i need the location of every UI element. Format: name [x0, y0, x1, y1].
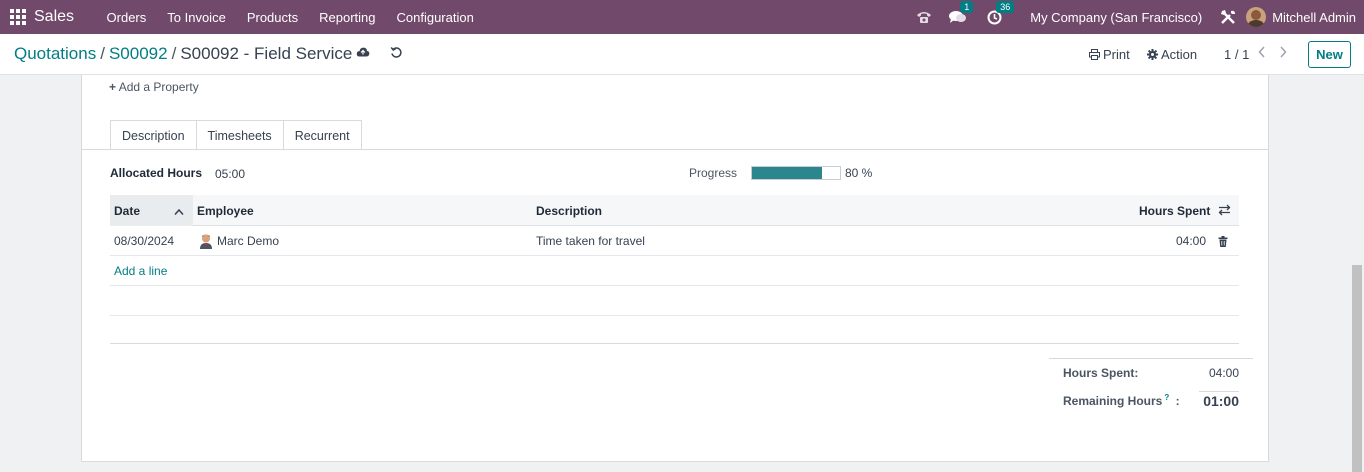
breadcrumb-order[interactable]: S00092: [109, 44, 168, 63]
table-bottom-border: [110, 343, 1239, 344]
hours-spent-total-value: 04:00: [1208, 366, 1239, 380]
row-description[interactable]: Time taken for travel: [536, 234, 645, 248]
breadcrumb-separator: /: [171, 44, 177, 63]
discard-icon[interactable]: [390, 46, 403, 59]
tab-description[interactable]: Description: [110, 120, 197, 150]
empty-row: [110, 316, 1239, 346]
breadcrumb-quotations[interactable]: Quotations: [14, 44, 96, 63]
timesheet-table: Date Employee Description Hours Spent 08…: [110, 195, 1239, 346]
tab-divider: [82, 149, 1268, 150]
main-menu: Orders To Invoice Products Reporting Con…: [96, 10, 484, 25]
trash-icon[interactable]: [1218, 235, 1228, 250]
breadcrumb: Quotations / S00092/S00092 - Field Service: [14, 44, 352, 64]
column-settings-icon[interactable]: [1218, 204, 1231, 219]
menu-reporting[interactable]: Reporting: [309, 10, 386, 25]
pager-next-icon[interactable]: [1279, 46, 1287, 58]
add-property-label: Add a Property: [118, 80, 199, 94]
save-cloud-icon[interactable]: [356, 46, 370, 58]
remaining-divider: [1199, 391, 1239, 392]
chat-icon[interactable]: 1: [948, 1, 974, 27]
remaining-hours-value: 01:00: [1203, 393, 1239, 409]
totals-divider: [1049, 358, 1253, 359]
print-label: Print: [1103, 47, 1130, 62]
sort-chevron-up-icon[interactable]: [174, 204, 184, 219]
gear-icon: [1147, 49, 1158, 60]
action-label: Action: [1161, 47, 1198, 62]
plus-icon: +: [109, 80, 117, 94]
progress-fill: [752, 167, 823, 179]
row-employee[interactable]: Marc Demo: [217, 234, 279, 248]
action-button[interactable]: Action: [1147, 47, 1197, 62]
row-hours-spent[interactable]: 04:00: [1176, 234, 1206, 248]
remaining-hours-text: Remaining Hours: [1063, 394, 1163, 408]
menu-products[interactable]: Products: [236, 10, 308, 25]
pager-value[interactable]: 1 / 1: [1224, 47, 1249, 62]
control-panel: Quotations / S00092/S00092 - Field Service…: [0, 34, 1364, 75]
phone-icon[interactable]: [914, 7, 934, 27]
menu-configuration[interactable]: Configuration: [386, 10, 484, 25]
chat-badge: 1: [960, 1, 974, 13]
notebook-tabs: Description Timesheets Recurrent: [110, 120, 362, 151]
breadcrumb-separator: /: [100, 44, 105, 63]
company-switcher[interactable]: My Company (San Francisco): [1030, 10, 1202, 25]
activity-badge: 36: [996, 1, 1015, 13]
scrollbar-thumb[interactable]: [1352, 265, 1362, 472]
allocated-hours-label: Allocated Hours: [110, 166, 203, 180]
row-date[interactable]: 08/30/2024: [114, 234, 174, 248]
table-row[interactable]: 08/30/2024 Marc Demo Time taken for trav…: [110, 226, 1239, 256]
page-scrollbar[interactable]: [1351, 75, 1364, 472]
add-line-link[interactable]: Add a line: [114, 264, 167, 278]
add-line-row: Add a line: [110, 256, 1239, 286]
navbar-systray: 1 36 My Company (San Francisco) Mitchell…: [914, 0, 1364, 34]
progress-label: Progress: [689, 166, 738, 180]
progress-percent: 80 %: [845, 166, 873, 180]
menu-to-invoice[interactable]: To Invoice: [157, 10, 237, 25]
column-employee[interactable]: Employee: [197, 204, 254, 218]
progress-bar: [751, 166, 841, 180]
app-brand[interactable]: Sales: [34, 8, 74, 26]
hours-spent-total-label: Hours Spent:: [1063, 366, 1139, 380]
allocated-hours-field[interactable]: 05:00: [215, 167, 245, 181]
tab-timesheets[interactable]: Timesheets: [195, 120, 284, 151]
column-description[interactable]: Description: [536, 204, 602, 218]
form-sheet: + Add a Property Description Timesheets …: [81, 75, 1269, 462]
user-menu[interactable]: Mitchell Admin: [1272, 10, 1356, 25]
add-property-button[interactable]: + Add a Property: [109, 80, 199, 94]
tab-recurrent[interactable]: Recurrent: [282, 120, 362, 150]
print-button[interactable]: Print: [1089, 47, 1130, 62]
remaining-hours-label: Remaining Hours? :: [1063, 393, 1180, 408]
tools-icon[interactable]: [1218, 7, 1238, 27]
table-header: Date Employee Description Hours Spent: [110, 195, 1239, 226]
user-avatar[interactable]: [1246, 7, 1267, 27]
column-date[interactable]: Date: [114, 204, 140, 218]
clock-icon[interactable]: 36: [984, 1, 1015, 27]
help-tooltip-icon[interactable]: ?: [1164, 393, 1169, 402]
menu-orders[interactable]: Orders: [96, 10, 157, 25]
new-button[interactable]: New: [1308, 41, 1351, 68]
apps-grid-icon[interactable]: [10, 9, 26, 25]
print-icon: [1089, 49, 1100, 60]
column-hours-spent[interactable]: Hours Spent: [1139, 204, 1210, 218]
pager-prev-icon[interactable]: [1258, 46, 1266, 58]
remaining-colon: :: [1175, 394, 1180, 408]
breadcrumb-current: S00092 - Field Service: [180, 44, 353, 63]
employee-avatar: [200, 234, 212, 249]
top-navbar: Sales Orders To Invoice Products Reporti…: [0, 0, 1364, 34]
empty-row: [110, 286, 1239, 316]
